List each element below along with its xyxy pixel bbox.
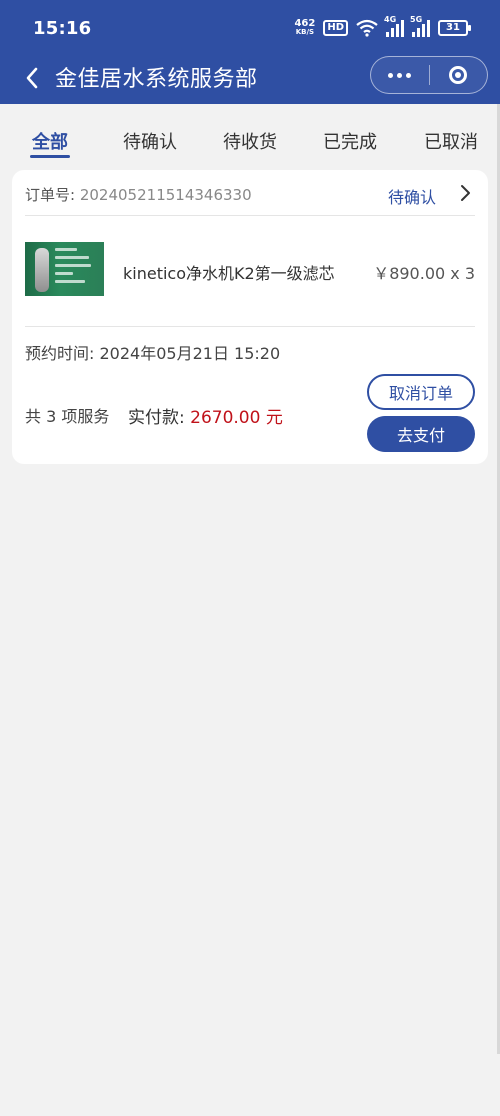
mini-program-capsule bbox=[370, 56, 488, 94]
divider bbox=[25, 326, 475, 327]
network-speed: 462 KB/S bbox=[294, 19, 315, 37]
product-price: ￥890.00 x 3 bbox=[373, 264, 475, 283]
status-bar: 15:16 462 KB/S HD 4G 5G 31 bbox=[0, 0, 500, 56]
pay-button[interactable]: 去支付 bbox=[367, 416, 475, 452]
more-button[interactable] bbox=[371, 57, 429, 93]
target-icon bbox=[449, 66, 468, 84]
page-title: 金佳居水系统服务部 bbox=[55, 67, 258, 92]
thumbnail-text-lines bbox=[55, 248, 91, 288]
network-speed-value: 462 bbox=[294, 18, 316, 29]
service-count: 共 3 项服务 bbox=[25, 407, 110, 426]
back-button[interactable] bbox=[18, 64, 46, 92]
order-number-value: 202405211514346330 bbox=[79, 186, 252, 204]
appointment-value: 2024年05月21日 15:20 bbox=[99, 344, 281, 363]
paid-amount: 实付款: 2670.00 元 bbox=[128, 403, 283, 428]
paid-value: 2670.00 元 bbox=[190, 408, 283, 428]
order-status: 待确认 bbox=[387, 188, 436, 207]
status-time: 15:16 bbox=[33, 18, 92, 39]
tab-cancelled[interactable]: 已取消 bbox=[424, 128, 478, 154]
chevron-left-icon bbox=[26, 67, 38, 89]
signal-5g-label: 5G bbox=[410, 15, 423, 24]
order-card[interactable]: 订单号: 202405211514346330 待确认 kinetico净水机K… bbox=[12, 170, 488, 464]
appointment-label: 预约时间: bbox=[25, 344, 95, 363]
product-thumbnail[interactable] bbox=[25, 242, 104, 296]
status-icons: 462 KB/S HD 4G 5G 31 bbox=[294, 15, 471, 40]
divider bbox=[25, 215, 475, 216]
cancel-order-button[interactable]: 取消订单 bbox=[367, 374, 475, 410]
top-header: 15:16 462 KB/S HD 4G 5G 31 金佳居水系统服务部 bbox=[0, 0, 500, 104]
hd-icon: HD bbox=[323, 20, 348, 36]
active-tab-indicator bbox=[30, 155, 70, 158]
signal-5g-icon: 5G bbox=[410, 15, 430, 37]
wifi-icon bbox=[356, 19, 378, 37]
tab-pending-receipt[interactable]: 待收货 bbox=[223, 128, 277, 154]
nav-bar: 金佳居水系统服务部 bbox=[0, 56, 500, 104]
chevron-right-icon[interactable] bbox=[458, 184, 472, 202]
product-name: kinetico净水机K2第一级滤芯 bbox=[123, 264, 335, 283]
tab-completed[interactable]: 已完成 bbox=[323, 128, 377, 154]
tab-pending-confirm[interactable]: 待确认 bbox=[123, 128, 177, 154]
tab-all[interactable]: 全部 bbox=[32, 128, 68, 154]
close-mini-program-button[interactable] bbox=[430, 57, 488, 93]
filter-cartridge-image bbox=[35, 248, 49, 292]
paid-label: 实付款: bbox=[128, 408, 185, 428]
order-number: 订单号: 202405211514346330 bbox=[25, 184, 252, 205]
signal-4g-icon: 4G bbox=[384, 15, 404, 37]
more-dots-icon bbox=[388, 72, 394, 78]
signal-4g-label: 4G bbox=[384, 15, 397, 24]
order-tabs: 全部 待确认 待收货 已完成 已取消 bbox=[0, 104, 500, 164]
network-speed-unit: KB/S bbox=[295, 28, 315, 36]
appointment-time: 预约时间: 2024年05月21日 15:20 bbox=[25, 340, 280, 364]
battery-icon: 31 bbox=[438, 20, 471, 36]
order-number-label: 订单号: bbox=[25, 186, 76, 204]
